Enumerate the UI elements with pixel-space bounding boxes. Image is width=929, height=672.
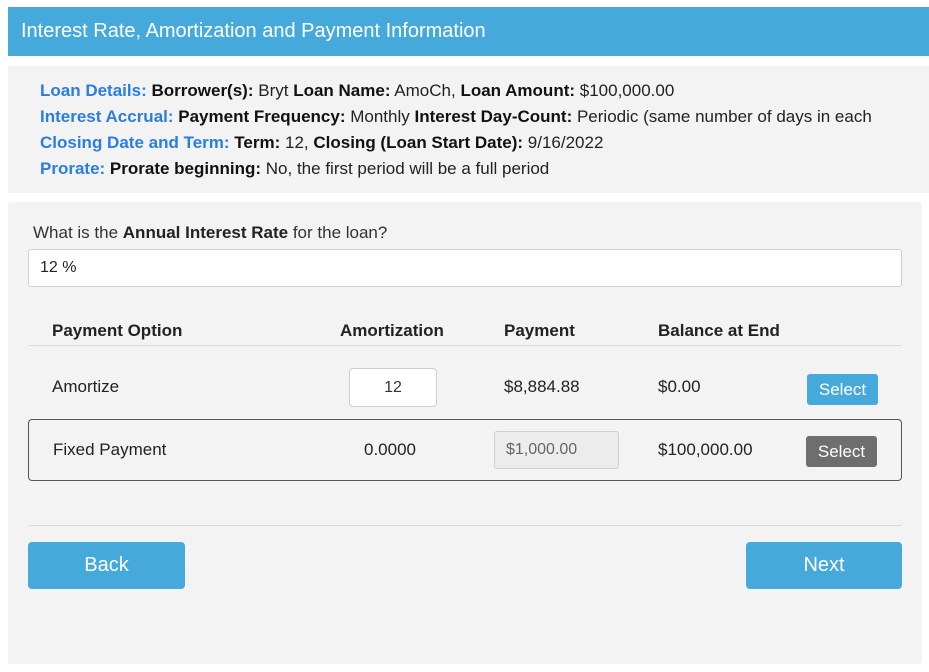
- row-fixed-amortization: 0.0000: [364, 440, 416, 459]
- page-header: Interest Rate, Amortization and Payment …: [8, 7, 929, 56]
- summary-category: Interest Accrual:: [40, 107, 174, 126]
- summary-label: Prorate beginning:: [109, 159, 262, 178]
- select-fixed-payment-button[interactable]: Select: [806, 436, 877, 467]
- row-fixed-option: Fixed Payment: [53, 440, 167, 459]
- header-balance: Balance at End: [658, 321, 780, 340]
- question-suffix: for the loan?: [292, 223, 388, 242]
- summary-label: Loan Name:: [293, 81, 391, 100]
- summary-label: Borrower(s):: [151, 81, 254, 100]
- header-payment-option: Payment Option: [52, 321, 183, 340]
- summary-closing: Closing Date and Term: Term: 12, Closing…: [40, 130, 929, 156]
- page-title: Interest Rate, Amortization and Payment …: [21, 20, 486, 42]
- rate-question: What is the Annual Interest Rate for the…: [33, 223, 387, 243]
- summary-label: Loan Amount:: [460, 81, 576, 100]
- question-prefix: What is the: [33, 223, 119, 242]
- header-divider: [28, 345, 902, 346]
- summary-label: Payment Frequency:: [178, 107, 346, 126]
- row-amortize-balance: $0.00: [658, 377, 701, 396]
- header-amortization: Amortization: [340, 321, 444, 340]
- summary-value: No, the first period will be a full peri…: [265, 159, 550, 178]
- next-button[interactable]: Next: [746, 542, 902, 589]
- summary-interest-accrual: Interest Accrual: Payment Frequency: Mon…: [40, 104, 929, 130]
- summary-loan-details: Loan Details: Borrower(s): Bryt Loan Nam…: [40, 78, 929, 104]
- question-bold: Annual Interest Rate: [122, 223, 289, 242]
- summary-category: Loan Details:: [40, 81, 147, 100]
- summary-value: Periodic (same number of days in each: [576, 107, 872, 126]
- select-amortize-button[interactable]: Select: [807, 374, 878, 405]
- summary-value: 9/16/2022: [527, 133, 604, 152]
- loan-summary: Loan Details: Borrower(s): Bryt Loan Nam…: [8, 66, 929, 193]
- summary-value: 12,: [285, 133, 309, 152]
- footer-divider: [28, 525, 902, 526]
- back-button[interactable]: Back: [28, 542, 185, 589]
- summary-prorate: Prorate: Prorate beginning: No, the firs…: [40, 156, 929, 182]
- summary-value: $100,000.00: [579, 81, 675, 100]
- row-amortize-option: Amortize: [52, 377, 120, 396]
- summary-category: Prorate:: [40, 159, 106, 178]
- summary-label: Closing (Loan Start Date):: [313, 133, 524, 152]
- rate-form-panel: What is the Annual Interest Rate for the…: [8, 202, 922, 664]
- summary-value: Bryt: [258, 81, 289, 100]
- amortization-input[interactable]: [349, 368, 437, 407]
- row-fixed-balance: $100,000.00: [658, 440, 753, 459]
- summary-value: Monthly: [350, 107, 410, 126]
- summary-value: AmoCh,: [394, 81, 456, 100]
- summary-label: Term:: [234, 133, 281, 152]
- interest-rate-input[interactable]: [28, 249, 902, 287]
- row-amortize-payment: $8,884.88: [504, 377, 580, 396]
- summary-category: Closing Date and Term:: [40, 133, 230, 152]
- header-payment: Payment: [504, 321, 575, 340]
- summary-label: Interest Day-Count:: [414, 107, 573, 126]
- fixed-payment-input[interactable]: [494, 431, 619, 469]
